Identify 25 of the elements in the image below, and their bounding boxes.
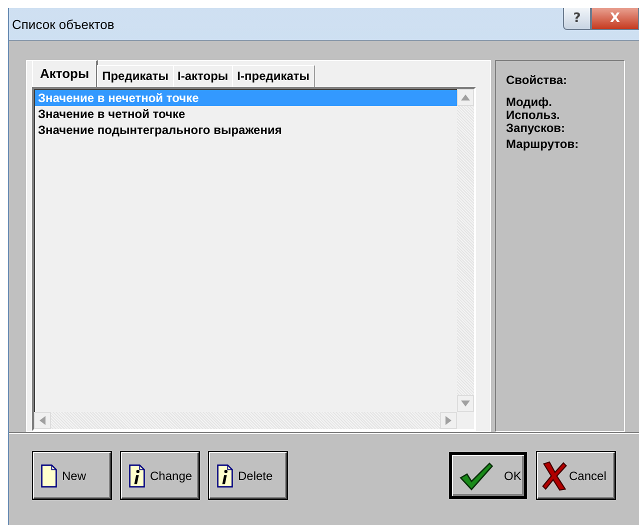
property-label: Маршрутов: — [506, 138, 580, 151]
vertical-scrollbar[interactable] — [457, 89, 474, 412]
window-title: Список объектов — [11, 16, 114, 32]
property-label: Запусков: — [506, 122, 566, 135]
action-button[interactable]: Change — [121, 452, 199, 499]
action-button[interactable]: New — [33, 452, 111, 499]
tab[interactable]: I-акторы — [172, 65, 234, 87]
list-item[interactable]: Значение в четной точке — [35, 106, 457, 122]
tab[interactable]: Предикаты — [97, 65, 174, 87]
help-button[interactable]: ? — [563, 8, 591, 30]
action-button[interactable]: Delete — [209, 452, 287, 499]
horizontal-scrollbar[interactable] — [34, 412, 457, 429]
property-label: Использ. — [506, 109, 561, 122]
properties-title: Свойства: — [506, 73, 568, 87]
ok-button[interactable]: OK — [449, 452, 527, 499]
tab[interactable]: Акторы — [32, 60, 98, 87]
list-item[interactable]: Значение подынтегрального выражения — [35, 122, 457, 138]
info-document-icon — [216, 464, 234, 488]
cross-icon — [541, 460, 569, 492]
tab[interactable]: I-предикаты — [232, 65, 315, 87]
property-label: Модиф. — [506, 96, 553, 109]
document-icon — [40, 464, 58, 488]
check-icon — [458, 460, 494, 492]
info-document-icon — [128, 464, 146, 488]
cancel-button[interactable]: Cancel — [537, 452, 615, 499]
